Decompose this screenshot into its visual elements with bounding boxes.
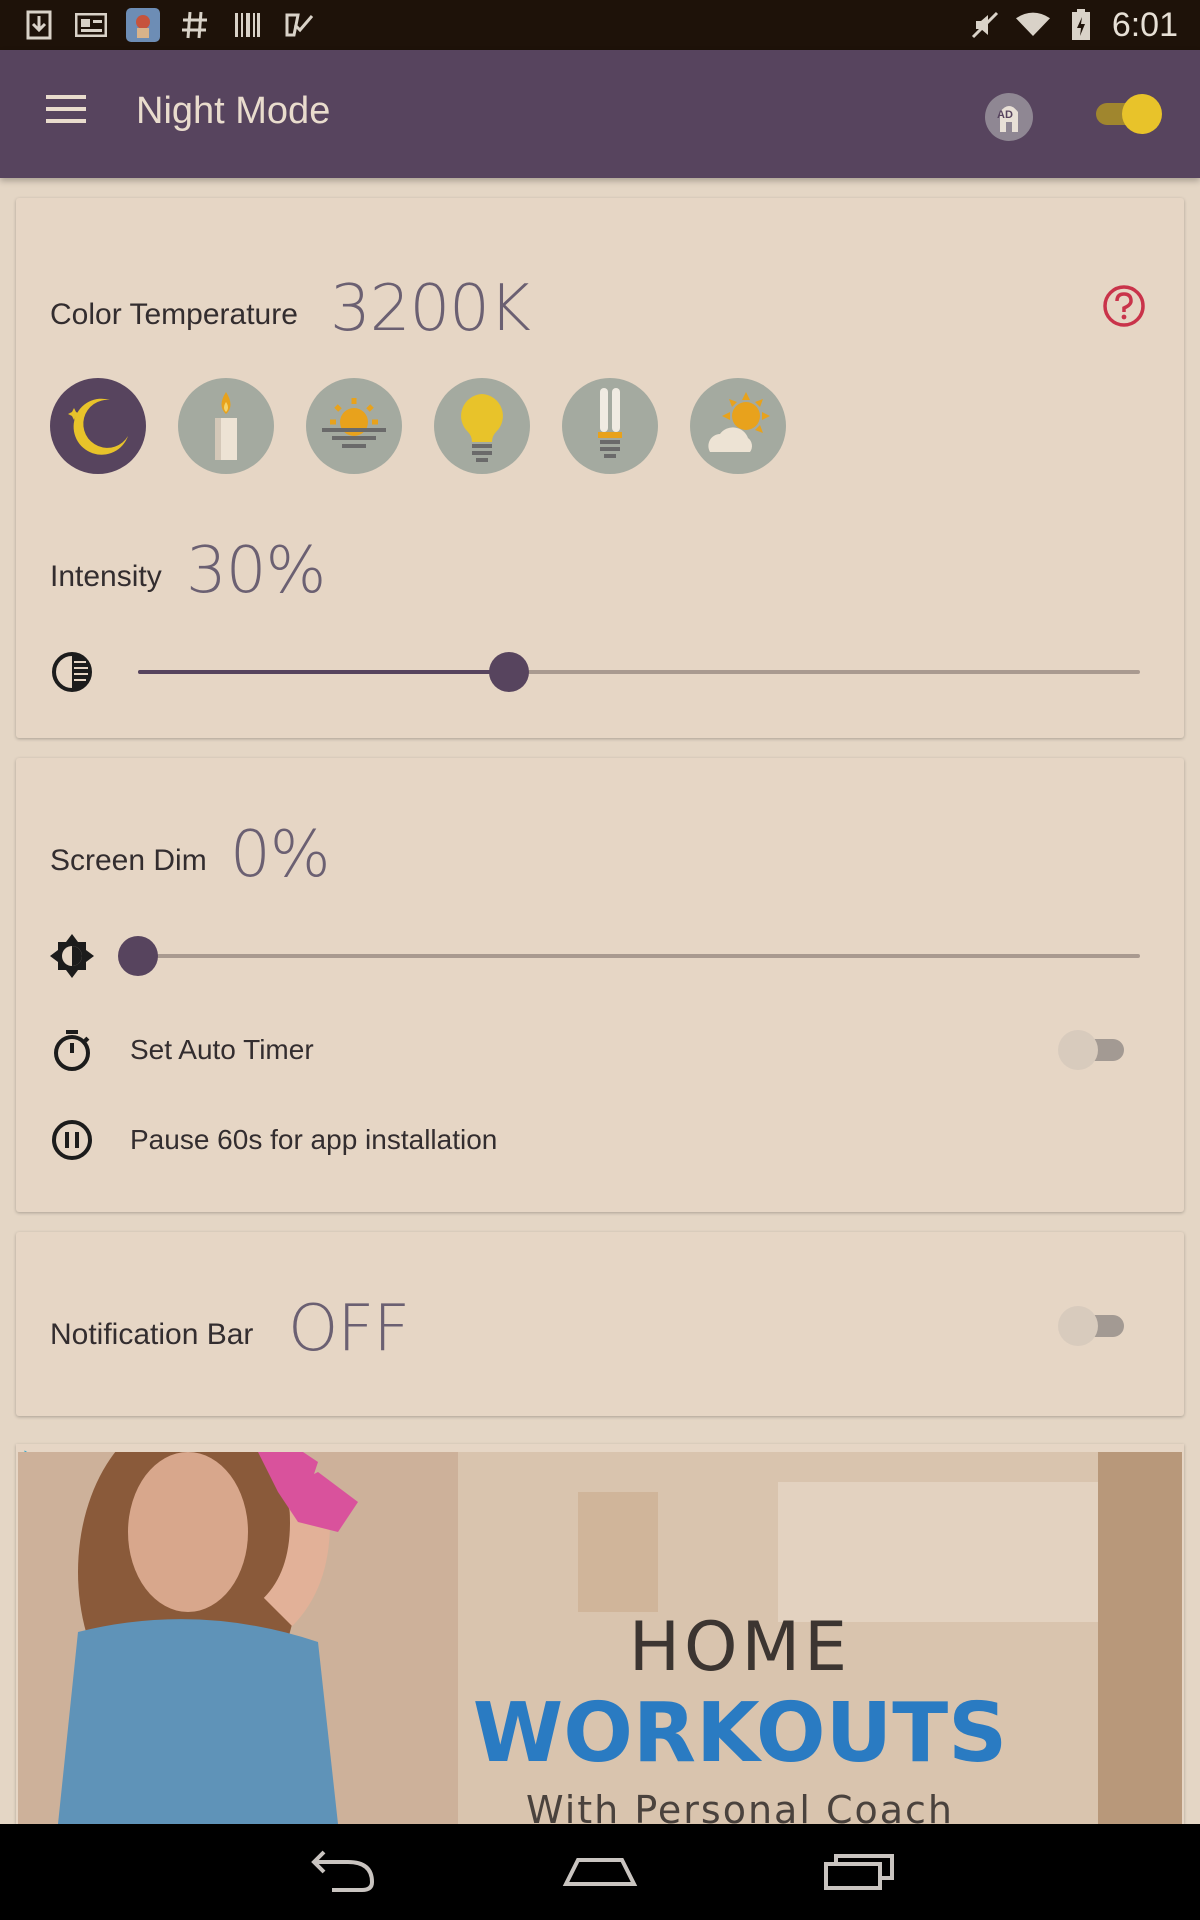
news-icon (74, 8, 108, 42)
preset-daylight-button[interactable] (690, 378, 786, 474)
ad-banner[interactable]: HOME WORKOUTS With Personal Coach (16, 1444, 1184, 1824)
home-button[interactable] (560, 1846, 640, 1898)
app-icon (126, 8, 160, 42)
preset-bulb-button[interactable] (434, 378, 530, 474)
notification-bar-value: OFF (288, 1292, 410, 1366)
preset-candle-button[interactable] (178, 378, 274, 474)
ad-subheadline: With Personal Coach (525, 1788, 955, 1824)
download-icon (22, 8, 56, 42)
notification-bar-label: Notification Bar (50, 1318, 254, 1351)
screen-dim-slider-track (138, 954, 1140, 958)
ad-badge: AD (997, 109, 1013, 121)
hashtag-icon (178, 8, 212, 42)
recents-button[interactable] (820, 1846, 900, 1898)
preset-fluorescent-button[interactable] (562, 378, 658, 474)
wifi-icon (1015, 8, 1050, 42)
pause-icon (50, 1118, 94, 1162)
screen-dim-value: 0% (230, 818, 331, 892)
menu-icon[interactable] (46, 94, 98, 134)
night-mode-master-switch[interactable] (1094, 94, 1164, 134)
ad-headline-workouts: WORKOUTS (472, 1686, 1008, 1781)
moon-icon (68, 398, 128, 455)
back-icon (311, 1850, 374, 1892)
screen-dim-card: Screen Dim 0% Set Auto Timer Pause 60s f… (16, 758, 1184, 1212)
app-bar: Night Mode AD (0, 50, 1200, 178)
status-bar: 6:01 (0, 0, 1200, 50)
bulb-icon (461, 394, 503, 462)
recents-icon (824, 1854, 894, 1890)
remove-ads-button[interactable]: AD (984, 92, 1034, 142)
battery-icon (1064, 8, 1098, 42)
intensity-slider[interactable] (138, 652, 1158, 692)
fluorescent-icon (598, 388, 622, 458)
screen-dim-slider[interactable] (118, 936, 1158, 976)
home-icon (562, 1858, 638, 1886)
preset-sunset-button[interactable] (306, 378, 402, 474)
screen-dim-slider-thumb[interactable] (118, 936, 158, 976)
auto-timer-label: Set Auto Timer (130, 1034, 314, 1065)
color-temperature-label: Color Temperature (50, 298, 298, 331)
sunset-icon (322, 398, 386, 448)
help-icon[interactable] (1102, 284, 1146, 328)
pause-label[interactable]: Pause 60s for app installation (130, 1124, 497, 1156)
intensity-slider-fill (138, 670, 509, 674)
back-button[interactable] (302, 1846, 382, 1898)
ad-image: HOME WORKOUTS With Personal Coach (18, 1452, 1182, 1824)
mute-icon (968, 8, 1002, 42)
color-temperature-value: 3200K (330, 272, 531, 346)
barcode-icon (230, 8, 264, 42)
brightness-icon (50, 934, 94, 978)
intensity-value: 30% (186, 534, 326, 608)
preset-moon-button[interactable] (50, 378, 146, 474)
notification-bar-card: Notification Bar OFF (16, 1232, 1184, 1416)
app-title: Night Mode (136, 90, 331, 132)
clock: 6:01 (1111, 5, 1178, 44)
screen-dim-label: Screen Dim (50, 844, 207, 877)
navigation-bar (0, 1824, 1200, 1920)
intensity-label: Intensity (50, 560, 162, 593)
auto-timer-switch[interactable] (1058, 1030, 1128, 1070)
candle-icon (215, 392, 237, 460)
color-temperature-card: Color Temperature 3200K Intensity 30% (16, 198, 1184, 738)
timer-icon (50, 1028, 94, 1072)
checklist-icon (282, 8, 316, 42)
ad-headline-home: HOME (628, 1608, 852, 1687)
notification-bar-switch[interactable] (1058, 1306, 1128, 1346)
contrast-icon (50, 650, 94, 694)
intensity-slider-thumb[interactable] (489, 652, 529, 692)
sun-cloud-icon (708, 392, 770, 452)
